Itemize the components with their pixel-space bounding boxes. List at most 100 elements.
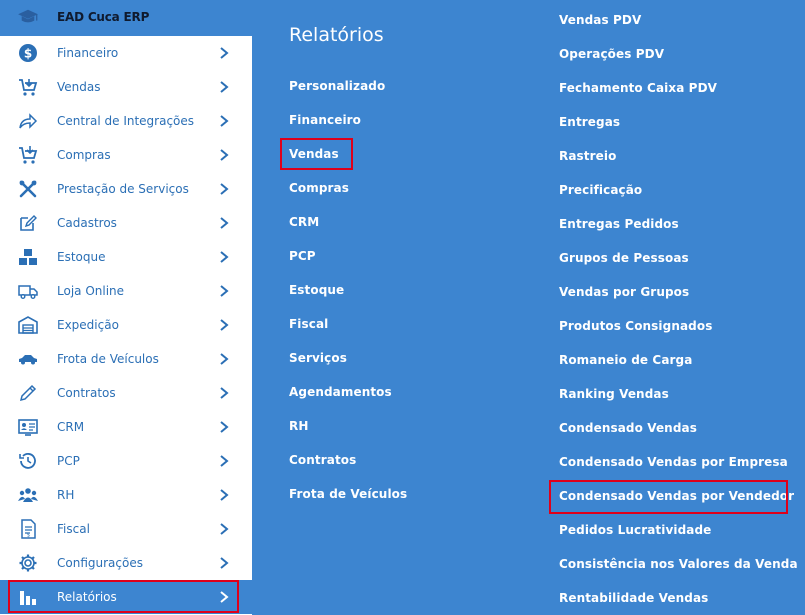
sidebar-item-cadastros[interactable]: Cadastros: [0, 206, 252, 240]
report-link[interactable]: Pedidos Lucratividade: [559, 523, 711, 537]
sidebar-item-rh[interactable]: RH: [0, 478, 252, 512]
sidebar-item-label: Configurações: [57, 556, 143, 570]
category-link[interactable]: Personalizado: [289, 79, 385, 93]
sidebar-item-label: Loja Online: [57, 284, 125, 298]
sidebar-item-label: Estoque: [57, 250, 106, 264]
sidebar-item-financeiro[interactable]: $ Financeiro: [0, 36, 252, 70]
svg-text:$: $: [24, 47, 32, 61]
sidebar-item-label: Central de Integrações: [57, 114, 195, 128]
sidebar-item-label: Fiscal: [57, 522, 90, 536]
sidebar-item-label: RH: [57, 488, 75, 502]
category-link[interactable]: Estoque: [289, 283, 344, 297]
chevron-right-icon: [220, 319, 229, 331]
report-link[interactable]: Rastreio: [559, 149, 616, 163]
chevron-right-icon: [220, 217, 229, 229]
users-icon: [17, 485, 39, 505]
sidebar: EAD Cuca ERP $ Financeiro Vendas Central…: [0, 0, 252, 615]
sidebar-item-compras[interactable]: Compras: [0, 138, 252, 172]
category-link[interactable]: Contratos: [289, 453, 356, 467]
sidebar-item-label: Contratos: [57, 386, 116, 400]
id-card-icon: [17, 417, 39, 437]
report-link[interactable]: Precificação: [559, 183, 642, 197]
report-link[interactable]: Romaneio de Carga: [559, 353, 692, 367]
sidebar-item-fiscal[interactable]: $ Fiscal: [0, 512, 252, 546]
chevron-right-icon: [220, 81, 229, 93]
sidebar-item-label: Relatórios: [57, 590, 117, 604]
car-icon: [17, 349, 39, 369]
document-icon: $: [17, 519, 39, 539]
chevron-right-icon: [220, 115, 229, 127]
svg-text:$: $: [27, 533, 30, 539]
sidebar-item-pcp[interactable]: PCP: [0, 444, 252, 478]
sidebar-item-label: Cadastros: [57, 216, 117, 230]
category-link[interactable]: Serviços: [289, 351, 347, 365]
graduation-cap-icon: [17, 8, 39, 26]
sidebar-item-label: Vendas: [57, 80, 101, 94]
chevron-right-icon: [220, 285, 229, 297]
report-link[interactable]: Grupos de Pessoas: [559, 251, 689, 265]
edit-icon: [17, 213, 39, 233]
sidebar-item-label: Prestação de Serviços: [57, 182, 189, 196]
sidebar-item-contratos[interactable]: Contratos: [0, 376, 252, 410]
category-link[interactable]: PCP: [289, 249, 316, 263]
report-link[interactable]: Ranking Vendas: [559, 387, 669, 401]
sidebar-item-crm[interactable]: CRM: [0, 410, 252, 444]
share-arrow-icon: [17, 111, 39, 131]
chevron-right-icon: [220, 523, 229, 535]
sidebar-item-label: Financeiro: [57, 46, 119, 60]
report-link[interactable]: Fechamento Caixa PDV: [559, 81, 717, 95]
dollar-coin-icon: $: [17, 43, 39, 63]
report-link[interactable]: Vendas por Grupos: [559, 285, 689, 299]
report-link[interactable]: Condensado Vendas por Vendedor: [559, 489, 794, 503]
category-link[interactable]: Agendamentos: [289, 385, 392, 399]
sidebar-item-label: PCP: [57, 454, 80, 468]
report-link[interactable]: Consistência nos Valores da Venda: [559, 557, 798, 571]
sidebar-item-label: Frota de Veículos: [57, 352, 159, 366]
chevron-right-icon: [220, 251, 229, 263]
chevron-right-icon: [220, 183, 229, 195]
truck-icon: [17, 281, 39, 301]
sidebar-item-vendas[interactable]: Vendas: [0, 70, 252, 104]
sidebar-item-frota-veiculos[interactable]: Frota de Veículos: [0, 342, 252, 376]
report-link[interactable]: Entregas: [559, 115, 620, 129]
clock-history-icon: [17, 451, 39, 471]
tools-icon: [17, 179, 39, 199]
sidebar-item-expedicao[interactable]: Expedição: [0, 308, 252, 342]
chevron-right-icon: [220, 557, 229, 569]
report-link[interactable]: Rentabilidade Vendas: [559, 591, 708, 605]
report-link[interactable]: Entregas Pedidos: [559, 217, 679, 231]
pen-icon: [17, 383, 39, 403]
category-link[interactable]: CRM: [289, 215, 319, 229]
category-link[interactable]: Vendas: [289, 147, 339, 161]
warehouse-icon: [17, 315, 39, 335]
category-link[interactable]: Fiscal: [289, 317, 328, 331]
category-link[interactable]: Compras: [289, 181, 349, 195]
chevron-right-icon: [220, 489, 229, 501]
sidebar-item-central-integracoes[interactable]: Central de Integrações: [0, 104, 252, 138]
report-link[interactable]: Condensado Vendas por Empresa: [559, 455, 788, 469]
gear-icon: [17, 553, 39, 573]
cart-plus-icon: [17, 77, 39, 97]
category-link[interactable]: Financeiro: [289, 113, 361, 127]
sidebar-item-relatorios[interactable]: Relatórios: [0, 580, 252, 614]
sidebar-item-estoque[interactable]: Estoque: [0, 240, 252, 274]
brand-header[interactable]: EAD Cuca ERP: [0, 0, 252, 36]
report-link[interactable]: Condensado Vendas: [559, 421, 697, 435]
report-link[interactable]: Produtos Consignados: [559, 319, 712, 333]
brand-label: EAD Cuca ERP: [57, 10, 150, 24]
report-link[interactable]: Operações PDV: [559, 47, 664, 61]
chevron-right-icon: [220, 455, 229, 467]
chevron-right-icon: [220, 591, 229, 603]
sidebar-item-prestacao-servicos[interactable]: Prestação de Serviços: [0, 172, 252, 206]
sidebar-item-label: Expedição: [57, 318, 119, 332]
boxes-icon: [17, 247, 39, 267]
sidebar-item-loja-online[interactable]: Loja Online: [0, 274, 252, 308]
category-link[interactable]: Frota de Veículos: [289, 487, 407, 501]
cart-down-icon: [17, 145, 39, 165]
panel-title: Relatórios: [289, 24, 384, 46]
chevron-right-icon: [220, 149, 229, 161]
sidebar-item-configuracoes[interactable]: Configurações: [0, 546, 252, 580]
report-link[interactable]: Vendas PDV: [559, 13, 641, 27]
bar-chart-icon: [17, 587, 39, 607]
category-link[interactable]: RH: [289, 419, 308, 433]
